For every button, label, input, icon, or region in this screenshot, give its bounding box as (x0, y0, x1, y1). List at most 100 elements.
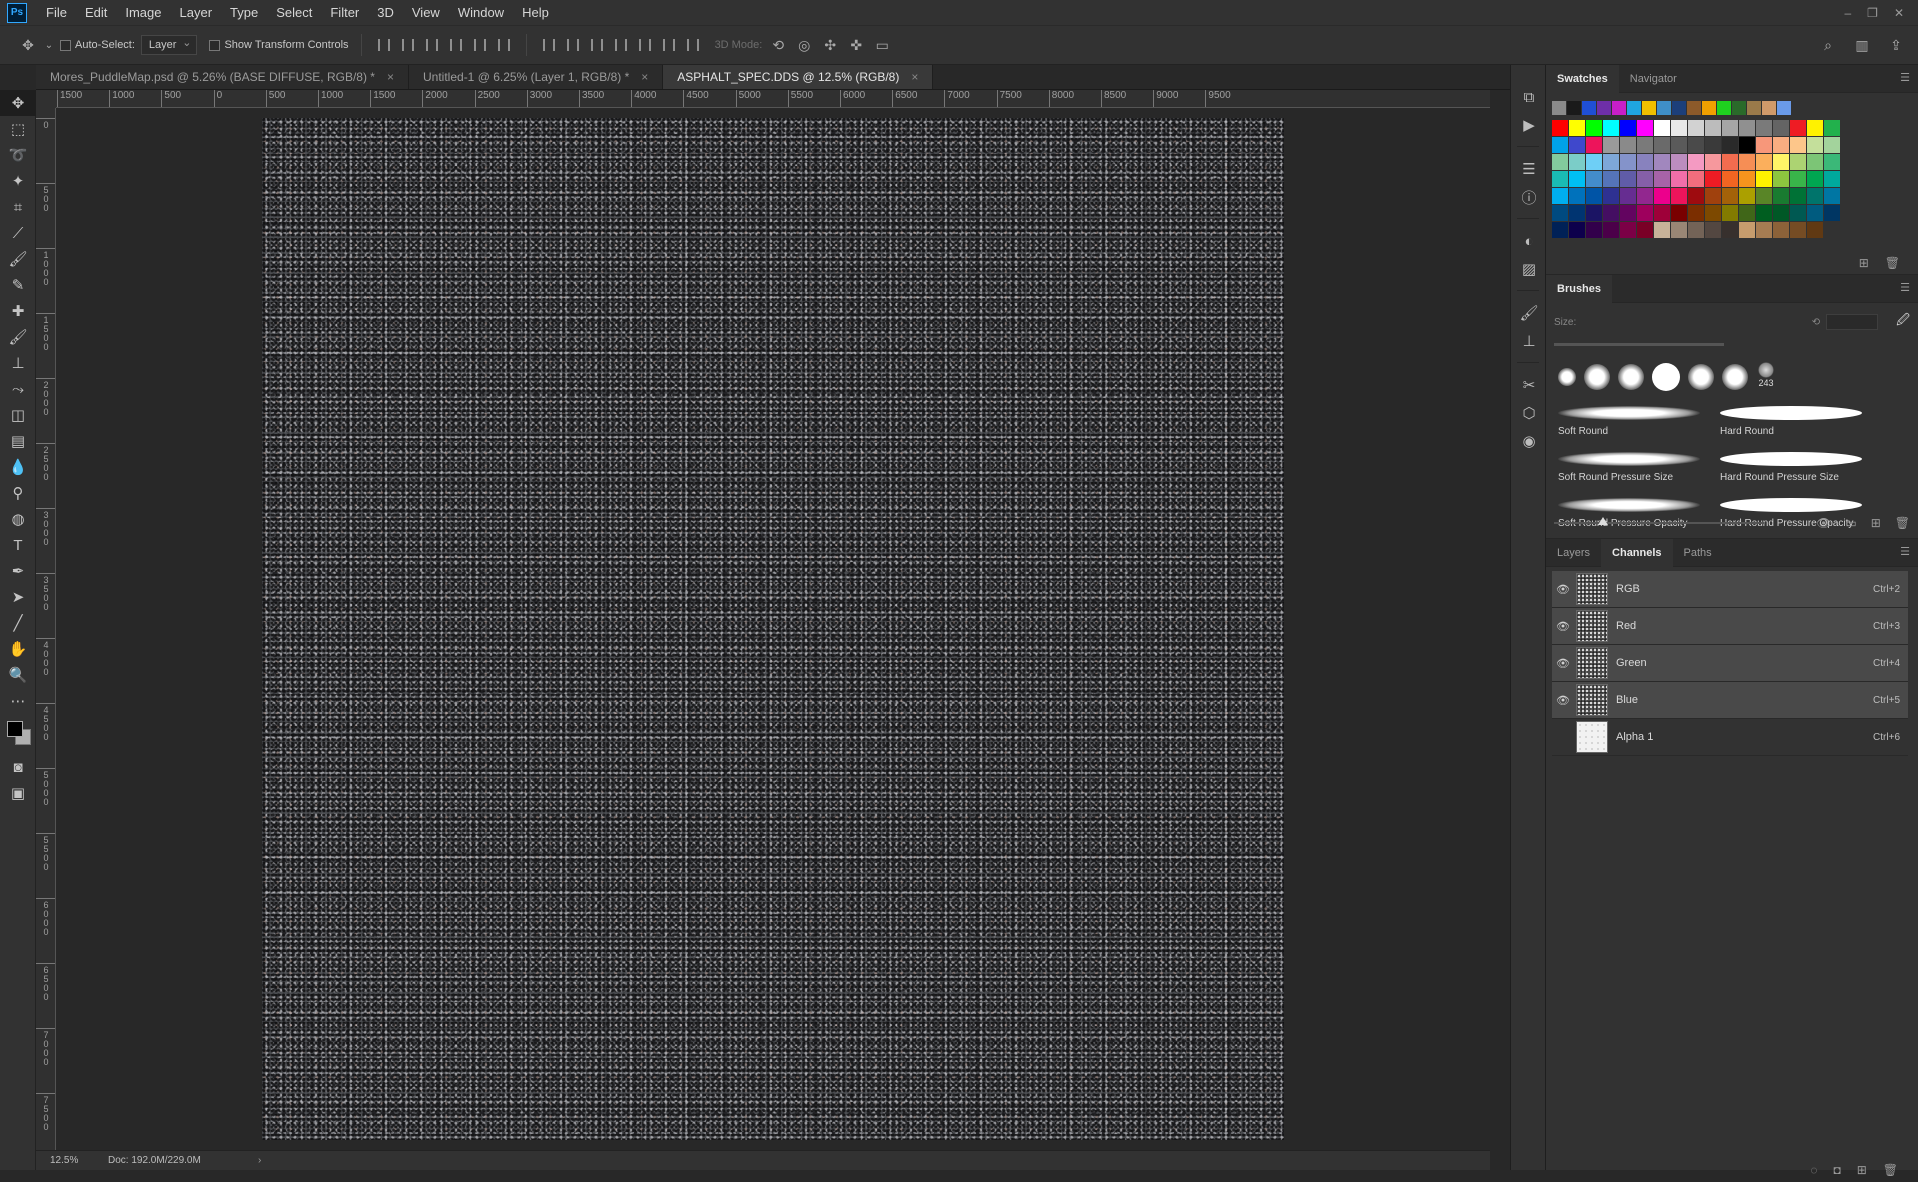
visibility-eye-icon[interactable]: 👁 (1552, 620, 1574, 633)
visibility-eye-icon[interactable]: 👁 (1552, 694, 1574, 707)
swatch[interactable] (1586, 222, 1602, 238)
swatch[interactable] (1756, 222, 1772, 238)
distribute-right-icon[interactable] (659, 35, 679, 55)
brush-tip-hard-round[interactable] (1652, 363, 1680, 391)
swatch[interactable] (1637, 205, 1653, 221)
reset-size-icon[interactable]: ⟲ (1812, 317, 1820, 328)
swatch[interactable] (1824, 120, 1840, 136)
workspace-icon[interactable]: ▥ (1852, 35, 1872, 55)
swatch[interactable] (1569, 171, 1585, 187)
swatch[interactable] (1705, 137, 1721, 153)
swatch[interactable] (1824, 171, 1840, 187)
swatch[interactable] (1552, 154, 1568, 170)
swatch[interactable] (1620, 120, 1636, 136)
magic-wand-tool-icon[interactable]: ✦ (0, 168, 36, 194)
eyedropper-tool-icon[interactable]: ⟋ (0, 220, 36, 246)
swatch[interactable] (1702, 101, 1716, 115)
new-brush-icon[interactable]: ⊞ (1871, 516, 1881, 530)
swatch[interactable] (1722, 205, 1738, 221)
history-brush-tool-icon[interactable]: ⤳ (0, 376, 36, 402)
properties-panel-icon[interactable]: ☰ (1511, 155, 1547, 183)
swatch[interactable] (1569, 137, 1585, 153)
styles-panel-icon[interactable]: ▨ (1511, 255, 1547, 283)
menu-type[interactable]: Type (221, 0, 267, 25)
swatch[interactable] (1603, 205, 1619, 221)
swatch[interactable] (1620, 188, 1636, 204)
swatch[interactable] (1790, 154, 1806, 170)
swatch[interactable] (1552, 205, 1568, 221)
close-icon[interactable]: × (911, 65, 918, 89)
hand-tool-icon[interactable]: ✋ (0, 636, 36, 662)
swatch[interactable] (1552, 101, 1566, 115)
swatch[interactable] (1620, 137, 1636, 153)
align-vertical-centers-icon[interactable] (398, 35, 418, 55)
align-right-edges-icon[interactable] (494, 35, 514, 55)
swatch[interactable] (1671, 205, 1687, 221)
sponge-tool-icon[interactable]: ◍ (0, 506, 36, 532)
3d-slide-icon[interactable]: ✜ (846, 35, 866, 55)
swatch[interactable] (1756, 120, 1772, 136)
swatch[interactable] (1654, 137, 1670, 153)
brush-preset[interactable]: Soft Round Pressure Size (1554, 448, 1714, 490)
menu-layer[interactable]: Layer (171, 0, 222, 25)
info-panel-icon[interactable]: ⓘ (1511, 183, 1547, 211)
channel-row[interactable]: 👁 Green Ctrl+4 (1552, 645, 1908, 682)
brush-preview-size-slider[interactable] (1554, 517, 1764, 525)
swatch[interactable] (1705, 154, 1721, 170)
swatch[interactable] (1582, 101, 1596, 115)
swatch[interactable] (1739, 205, 1755, 221)
gradient-tool-icon[interactable]: ▤ (0, 428, 36, 454)
swatch[interactable] (1688, 222, 1704, 238)
clone-stamp-tool-icon[interactable]: ⊥ (0, 350, 36, 376)
swatch[interactable] (1705, 120, 1721, 136)
quick-mask-icon[interactable]: ◙ (0, 754, 36, 780)
swatch[interactable] (1637, 120, 1653, 136)
distribute-bottom-icon[interactable] (587, 35, 607, 55)
swatch[interactable] (1705, 222, 1721, 238)
pen-tool-icon[interactable]: ✒ (0, 558, 36, 584)
swatch[interactable] (1552, 137, 1568, 153)
document-tab[interactable]: Untitled-1 @ 6.25% (Layer 1, RGB/8) * × (409, 65, 664, 89)
swatch[interactable] (1603, 222, 1619, 238)
brush-tip-soft-small[interactable] (1558, 368, 1576, 386)
swatch[interactable] (1747, 101, 1761, 115)
panel-menu-icon[interactable]: ☰ (1900, 71, 1910, 84)
swatch[interactable] (1756, 188, 1772, 204)
healing-brush-tool-icon[interactable]: ✚ (0, 298, 36, 324)
swatch[interactable] (1756, 171, 1772, 187)
tab-swatches[interactable]: Swatches (1546, 64, 1619, 93)
swatch[interactable] (1671, 137, 1687, 153)
channel-row[interactable]: 👁 Red Ctrl+3 (1552, 608, 1908, 645)
swatch[interactable] (1586, 137, 1602, 153)
swatch[interactable] (1671, 222, 1687, 238)
swatch[interactable] (1722, 154, 1738, 170)
swatch[interactable] (1705, 188, 1721, 204)
swatch[interactable] (1654, 205, 1670, 221)
swatch[interactable] (1567, 101, 1581, 115)
swatch[interactable] (1637, 171, 1653, 187)
status-menu-arrow[interactable]: › (258, 1155, 261, 1166)
auto-select-checkbox[interactable]: Auto-Select: (60, 39, 135, 51)
3d-roll-icon[interactable]: ◎ (794, 35, 814, 55)
swatch[interactable] (1586, 154, 1602, 170)
menu-image[interactable]: Image (116, 0, 170, 25)
swatch[interactable] (1722, 120, 1738, 136)
menu-help[interactable]: Help (513, 0, 558, 25)
swatch[interactable] (1773, 188, 1789, 204)
swatch[interactable] (1657, 101, 1671, 115)
brush-tip-textured[interactable]: 243 (1756, 362, 1776, 392)
swatch[interactable] (1603, 120, 1619, 136)
new-swatch-icon[interactable]: ⊞ (1859, 256, 1869, 270)
brush-tool-icon[interactable]: 🖌 (0, 246, 36, 272)
swatch[interactable] (1603, 171, 1619, 187)
close-icon[interactable]: × (387, 65, 394, 89)
close-icon[interactable]: × (641, 65, 648, 89)
line-tool-icon[interactable]: ╱ (0, 610, 36, 636)
distribute-left-icon[interactable] (611, 35, 631, 55)
tab-brushes[interactable]: Brushes (1546, 274, 1613, 303)
swatch[interactable] (1688, 188, 1704, 204)
swatch[interactable] (1654, 154, 1670, 170)
swatch[interactable] (1790, 120, 1806, 136)
swatch[interactable] (1637, 154, 1653, 170)
type-tool-icon[interactable]: T (0, 532, 36, 558)
